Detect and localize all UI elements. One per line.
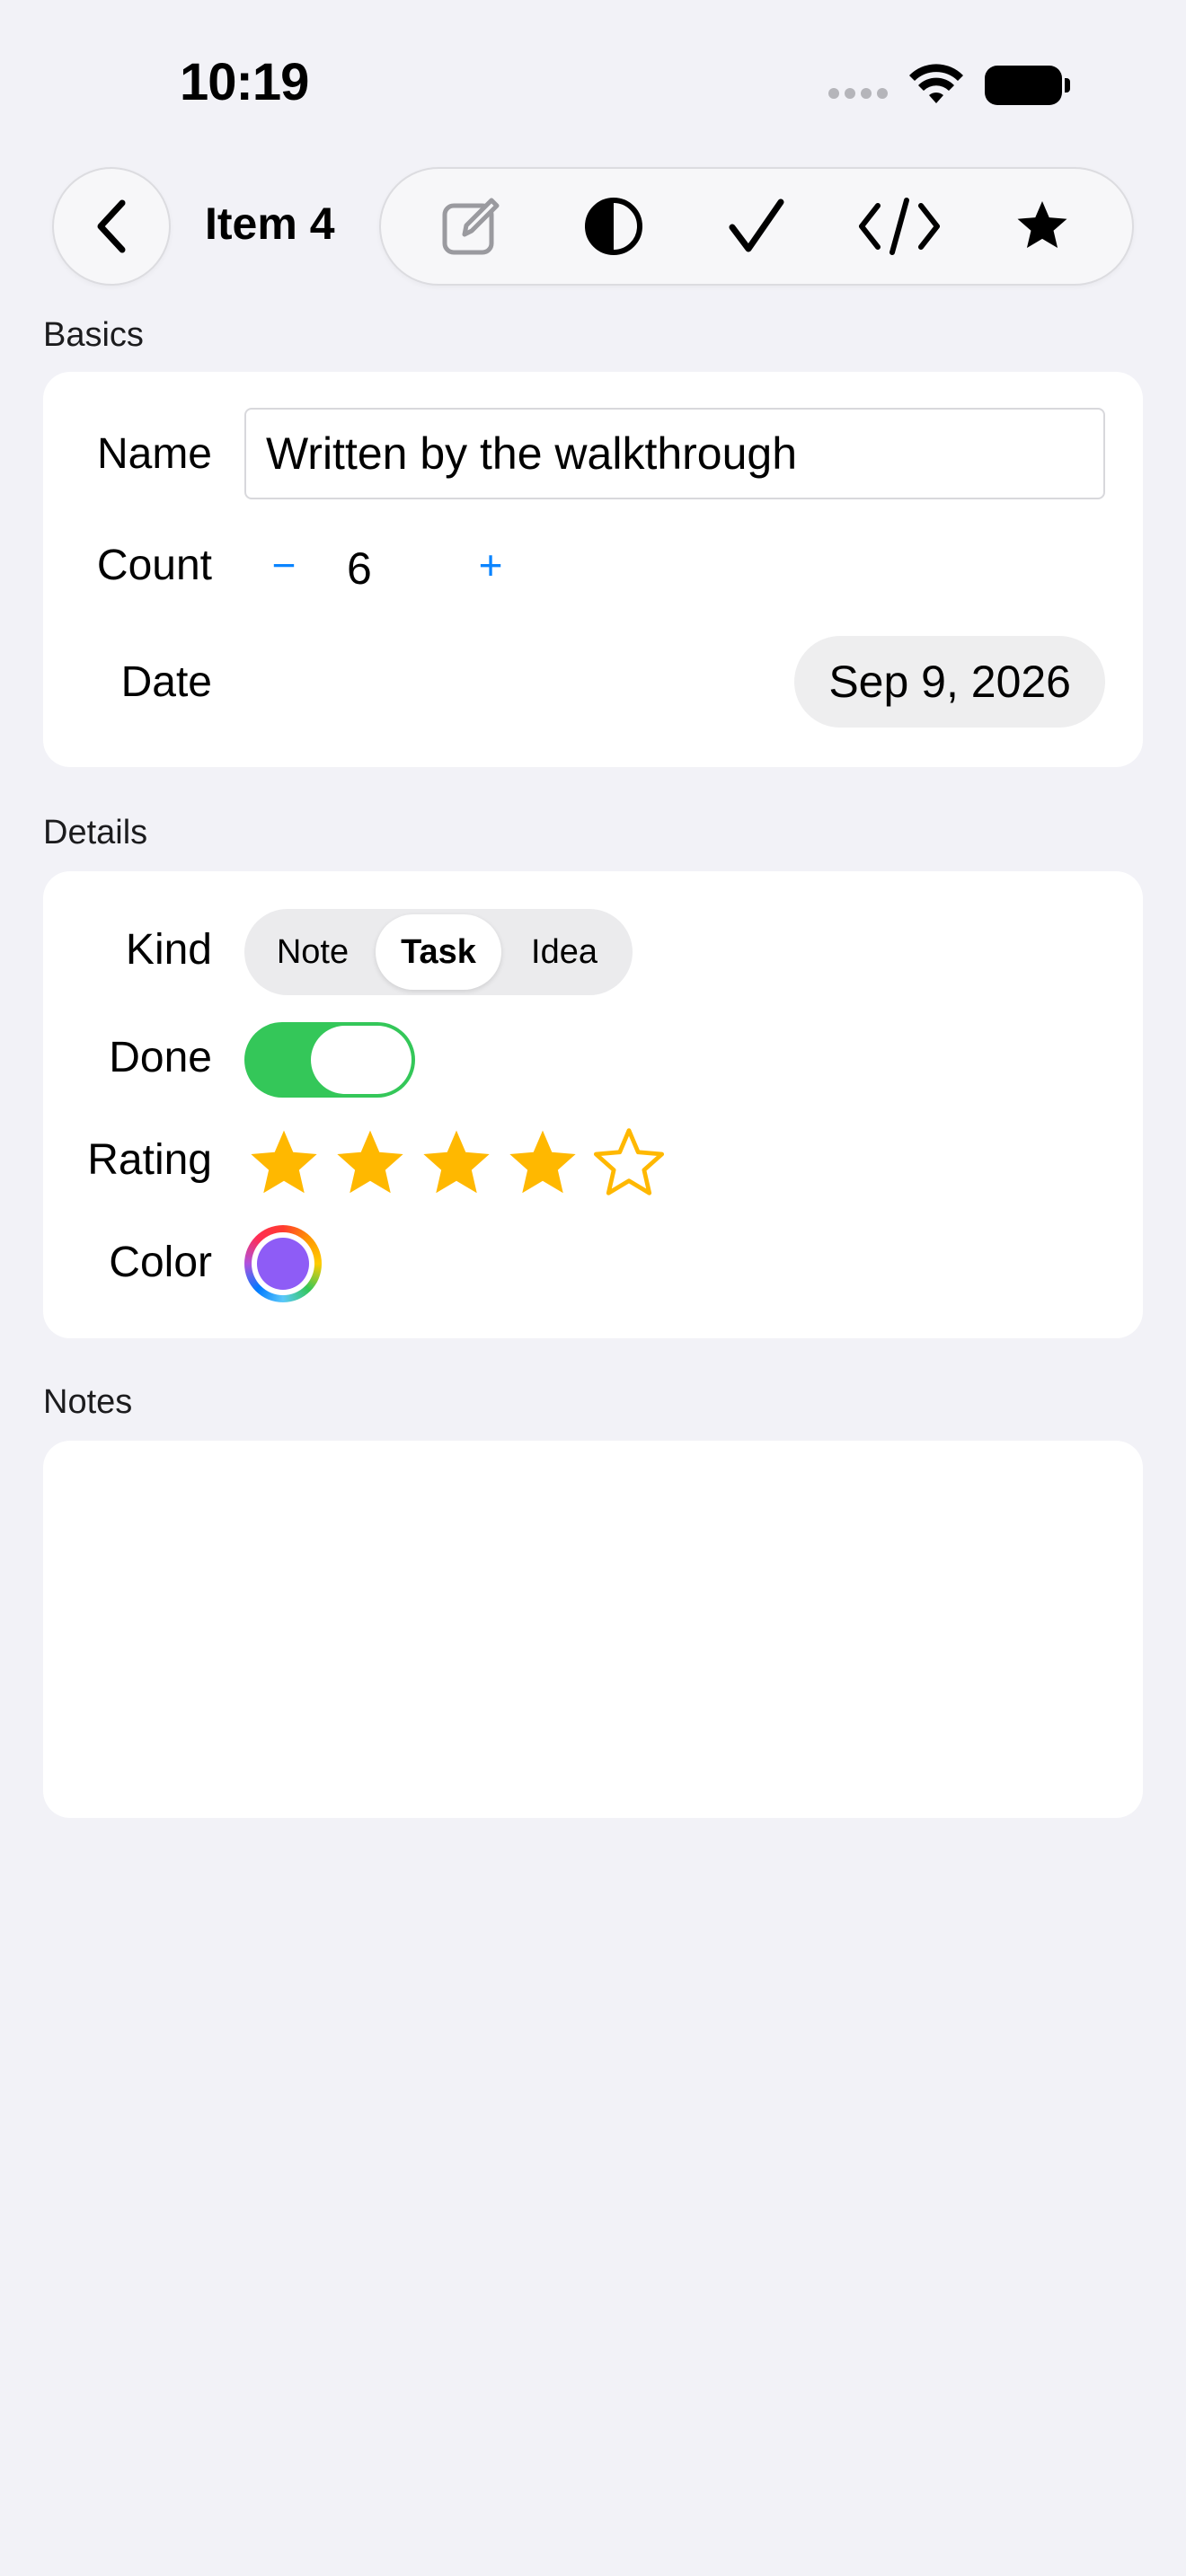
code-icon (859, 198, 941, 255)
star-icon (1017, 201, 1067, 248)
decrement-button[interactable]: − (257, 541, 311, 589)
count-value: 6 (347, 543, 372, 594)
section-header-basics: Basics (43, 316, 144, 354)
star-5-icon[interactable] (589, 1125, 668, 1204)
segment-idea[interactable]: Idea (501, 914, 627, 990)
details-card: Kind Note Task Idea Done Rating Color (43, 871, 1143, 1338)
star-3-icon[interactable] (417, 1125, 496, 1204)
checkmark-icon (729, 198, 784, 252)
kind-segmented-control: Note Task Idea (244, 909, 633, 995)
rating-label: Rating (87, 1136, 212, 1184)
back-button[interactable] (52, 167, 171, 286)
checkmark-button[interactable] (707, 177, 806, 276)
star-1-icon[interactable] (244, 1125, 323, 1204)
contrast-icon (584, 198, 642, 255)
name-label: Name (96, 430, 212, 478)
basics-card: Name Written by the walkthrough Count − … (43, 372, 1143, 767)
status-icons (828, 63, 1070, 108)
battery-icon (985, 66, 1070, 105)
cellular-signal-icon (828, 88, 888, 99)
date-picker[interactable]: Sep 9, 2026 (794, 636, 1105, 728)
increment-button[interactable]: + (464, 541, 518, 589)
contrast-button[interactable] (564, 177, 663, 276)
rating-stars (244, 1125, 668, 1204)
color-well-ring (252, 1232, 314, 1295)
done-label: Done (109, 1034, 212, 1081)
toolbar (379, 167, 1134, 286)
section-header-details: Details (43, 814, 148, 851)
name-field[interactable]: Written by the walkthrough (244, 408, 1105, 499)
section-header-notes: Notes (43, 1383, 133, 1421)
favorite-button[interactable] (993, 177, 1092, 276)
status-time: 10:19 (180, 53, 309, 111)
color-picker[interactable] (244, 1225, 322, 1302)
notes-text-area[interactable] (43, 1441, 1143, 1818)
edit-icon (442, 198, 500, 255)
code-button[interactable] (850, 177, 949, 276)
toggle-knob (311, 1026, 412, 1094)
date-label: Date (120, 658, 212, 706)
wifi-icon (909, 64, 963, 103)
count-label: Count (96, 542, 212, 589)
page-title: Item 4 (205, 198, 335, 249)
color-swatch (257, 1238, 309, 1290)
done-toggle[interactable] (244, 1022, 415, 1098)
star-4-icon[interactable] (503, 1125, 582, 1204)
color-label: Color (109, 1239, 212, 1286)
chevron-left-icon (97, 199, 126, 253)
segment-note[interactable]: Note (250, 914, 376, 990)
kind-label: Kind (125, 926, 212, 974)
segment-task[interactable]: Task (376, 914, 501, 990)
star-2-icon[interactable] (331, 1125, 410, 1204)
edit-button[interactable] (421, 177, 520, 276)
